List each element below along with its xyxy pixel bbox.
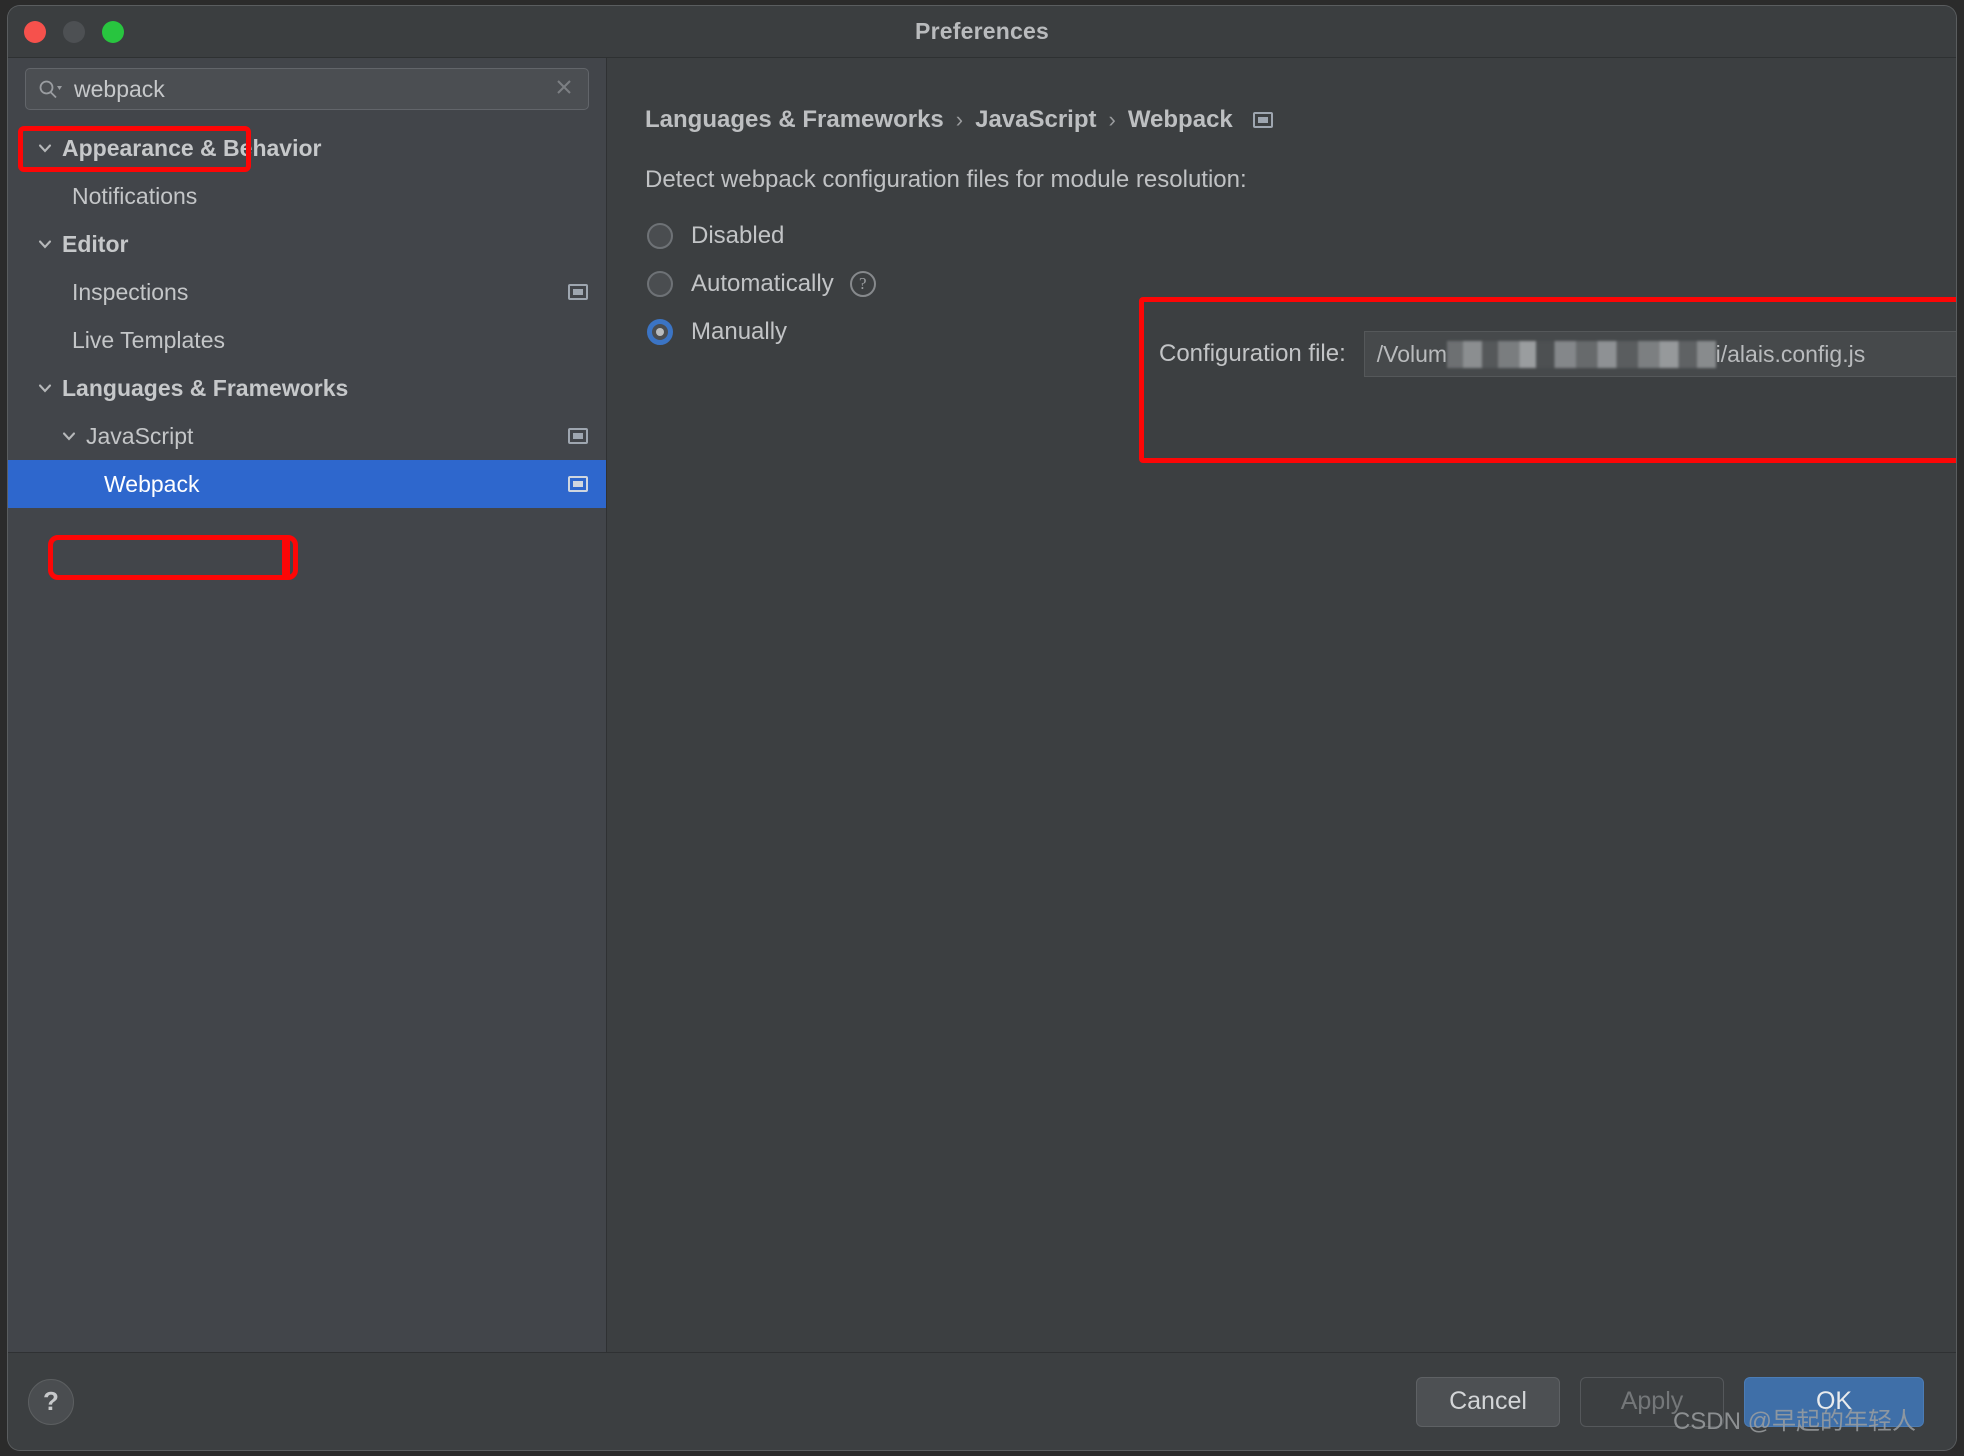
help-icon[interactable]: ? (850, 271, 876, 297)
title-bar: Preferences (8, 6, 1956, 58)
radio-option-automatically[interactable]: Automatically ? (647, 260, 1956, 308)
breadcrumb-part-1[interactable]: Languages & Frameworks (645, 106, 944, 134)
sidebar-item-webpack[interactable]: Webpack (8, 460, 606, 508)
sidebar-item-inspections[interactable]: Inspections (8, 268, 606, 316)
configuration-file-row: Configuration file: /Volumes/code/jiansh… (1159, 331, 1956, 377)
sidebar-item-notifications[interactable]: Notifications (8, 172, 606, 220)
configuration-file-input[interactable]: /Volumes/code/jianshenfang/admi/alais.co… (1364, 331, 1956, 377)
sidebar-item-label: Webpack (104, 471, 568, 498)
chevron-down-icon[interactable] (34, 233, 56, 255)
radio-button[interactable] (647, 319, 673, 345)
sidebar-item-javascript[interactable]: JavaScript (8, 412, 606, 460)
section-label: Detect webpack configuration files for m… (607, 166, 1956, 194)
radio-label: Disabled (691, 222, 784, 250)
configuration-file-label: Configuration file: (1159, 340, 1346, 368)
sidebar-item-label: Inspections (72, 279, 568, 306)
radio-option-disabled[interactable]: Disabled (647, 212, 1956, 260)
settings-tree: Appearance & Behavior Notifications Edit… (8, 120, 606, 508)
sidebar-item-languages-and-frameworks[interactable]: Languages & Frameworks (8, 364, 606, 412)
sidebar-item-live-templates[interactable]: Live Templates (8, 316, 606, 364)
breadcrumb-separator: › (956, 107, 963, 133)
chevron-down-icon[interactable] (34, 137, 56, 159)
sidebar-item-appearance-and-behavior[interactable]: Appearance & Behavior (8, 124, 606, 172)
modified-settings-icon (1253, 112, 1273, 128)
help-button[interactable]: ? (28, 1379, 74, 1425)
sidebar-item-editor[interactable]: Editor (8, 220, 606, 268)
cancel-button[interactable]: Cancel (1416, 1377, 1560, 1427)
search-icon (38, 78, 64, 100)
sidebar-item-label: Notifications (72, 183, 588, 210)
radio-button[interactable] (647, 271, 673, 297)
modified-settings-icon (568, 476, 588, 492)
watermark: CSDN @早起的年轻人 (1673, 1401, 1916, 1436)
annotation-caret (282, 538, 290, 578)
modified-settings-icon (568, 284, 588, 300)
chevron-down-icon[interactable] (34, 377, 56, 399)
settings-main-panel: Languages & Frameworks › JavaScript › We… (607, 58, 1956, 1352)
radio-label: Manually (691, 318, 787, 346)
sidebar-item-label: Editor (62, 231, 588, 258)
sidebar-item-label: Languages & Frameworks (62, 375, 588, 402)
sidebar-item-label: Live Templates (72, 327, 588, 354)
path-suffix: i/alais.config.js (1716, 341, 1866, 367)
search-area: webpack (8, 58, 606, 120)
modified-settings-icon (568, 428, 588, 444)
path-prefix: /Volum (1377, 341, 1447, 367)
path-blurred-region: es/code/jianshenfang/adm (1447, 341, 1716, 368)
preferences-window: Preferences webpack (8, 6, 1956, 1450)
configuration-file-panel: Configuration file: /Volumes/code/jiansh… (1147, 303, 1956, 458)
dialog-footer: ? Cancel Apply OK CSDN @早起的年轻人 (8, 1352, 1956, 1450)
configuration-file-path: /Volumes/code/jianshenfang/admi/alais.co… (1377, 341, 1865, 368)
search-value: webpack (74, 76, 552, 103)
search-input[interactable]: webpack (25, 68, 589, 110)
chevron-down-icon[interactable] (58, 425, 80, 447)
breadcrumb-part-3: Webpack (1128, 106, 1233, 134)
sidebar-item-label: JavaScript (86, 423, 568, 450)
breadcrumb-separator: › (1109, 107, 1116, 133)
sidebar-item-label: Appearance & Behavior (62, 135, 588, 162)
breadcrumb: Languages & Frameworks › JavaScript › We… (607, 106, 1956, 134)
close-icon[interactable] (552, 75, 576, 104)
radio-button[interactable] (647, 223, 673, 249)
window-title: Preferences (8, 6, 1956, 57)
annotation-box-webpack (48, 535, 298, 580)
breadcrumb-part-2[interactable]: JavaScript (975, 106, 1096, 134)
settings-sidebar: webpack Appearance & Behavior (8, 58, 607, 1352)
dialog-body: webpack Appearance & Behavior (8, 58, 1956, 1352)
radio-label: Automatically (691, 270, 834, 298)
